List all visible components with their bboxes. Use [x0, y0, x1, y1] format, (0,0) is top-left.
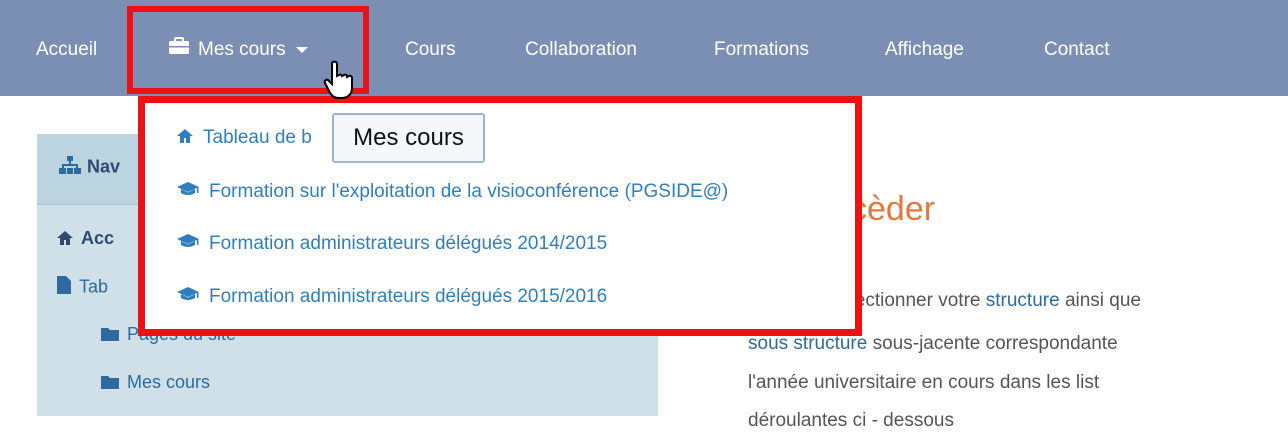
nav-collaboration-label: Collaboration	[525, 39, 637, 60]
dropdown-item-formation-2015[interactable]: Formation administrateurs délégués 2015/…	[177, 286, 607, 308]
content-line-1-tail: ainsi que	[1059, 290, 1142, 311]
dropdown-item-formation-2015-label: Formation administrateurs délégués 2015/…	[209, 286, 608, 308]
content-line-2-text: sous-jacente correspondante	[867, 333, 1118, 354]
folder-icon	[101, 373, 119, 394]
nav-collaboration[interactable]: Collaboration	[525, 0, 637, 96]
navigation-item-accueil[interactable]: Acc	[57, 228, 114, 250]
nav-affichage[interactable]: Affichage	[885, 0, 964, 96]
dropdown-item-tableau[interactable]: Tableau de b	[177, 127, 312, 149]
dropdown-item-tableau-label: Tableau de b	[203, 127, 312, 149]
graduation-cap-icon	[177, 181, 199, 203]
nav-formations-label: Formations	[714, 39, 810, 60]
nav-cours[interactable]: Cours	[405, 0, 456, 96]
nav-cours-label: Cours	[405, 39, 456, 60]
content-line-1: électionner votre structure ainsi que	[840, 290, 1141, 312]
home-icon	[177, 127, 193, 149]
navigation-item-mes-cours-label: Mes cours	[127, 372, 211, 392]
navigation-item-accueil-label: Acc	[81, 228, 115, 248]
graduation-cap-icon	[177, 233, 199, 255]
sous-structure-link[interactable]: sous structure	[748, 333, 867, 354]
home-icon	[57, 229, 73, 250]
file-icon	[57, 276, 71, 299]
dropdown-item-formation-2014[interactable]: Formation administrateurs délégués 2014/…	[177, 233, 607, 255]
navigation-block-title-text: Nav	[87, 156, 121, 177]
page-heading: cèder	[850, 190, 936, 228]
sitemap-icon	[59, 156, 81, 179]
mes-cours-dropdown: Tableau de b Formation sur l'exploitatio…	[138, 96, 862, 336]
tooltip: Mes cours	[332, 113, 485, 163]
navigation-item-tableau[interactable]: Tab	[57, 276, 108, 299]
folder-icon	[101, 325, 119, 346]
dropdown-item-formation-visio[interactable]: Formation sur l'exploitation de la visio…	[177, 181, 728, 203]
nav-accueil-label: Accueil	[36, 39, 98, 60]
content-line-2: sous structure sous-jacente correspondan…	[748, 333, 1118, 355]
navigation-item-mes-cours[interactable]: Mes cours	[101, 372, 210, 394]
dropdown-item-formation-visio-label: Formation sur l'exploitation de la visio…	[209, 181, 729, 203]
nav-accueil[interactable]: Accueil	[36, 0, 97, 96]
nav-contact[interactable]: Contact	[1044, 0, 1109, 96]
navigation-item-tableau-label: Tab	[79, 276, 109, 297]
graduation-cap-icon	[177, 286, 199, 308]
navigation-block-title: Nav	[59, 156, 120, 179]
hand-cursor-icon	[323, 60, 357, 105]
content-line-4: déroulantes ci - dessous	[748, 410, 954, 431]
nav-formations[interactable]: Formations	[714, 0, 809, 96]
nav-affichage-label: Affichage	[885, 39, 964, 60]
nav-contact-label: Contact	[1044, 39, 1110, 60]
structure-link[interactable]: structure	[986, 290, 1060, 311]
dropdown-item-formation-2014-label: Formation administrateurs délégués 2014/…	[209, 233, 608, 255]
content-line-3: l'année universitaire en cours dans les …	[748, 372, 1100, 393]
